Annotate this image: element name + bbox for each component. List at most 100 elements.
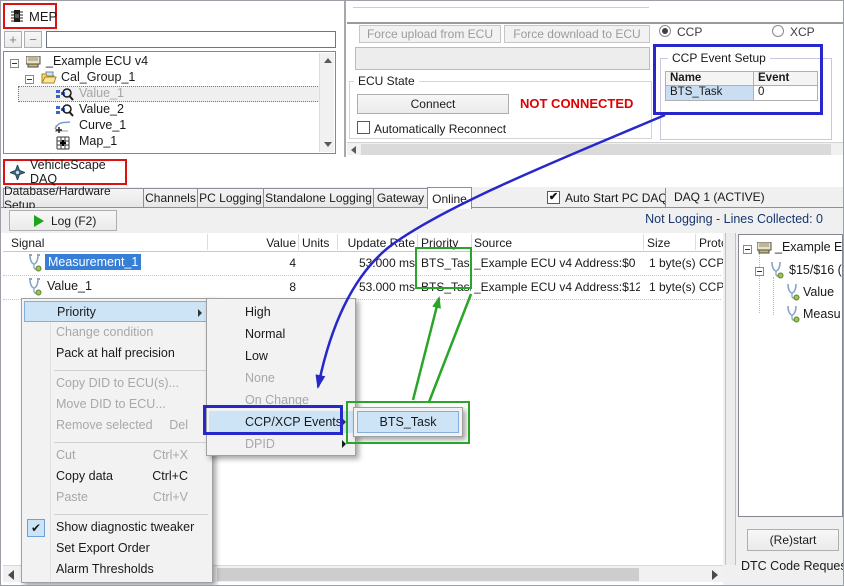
menu-item-set-export-order[interactable]: Set Export Order <box>24 538 210 559</box>
signal-priority: BTS_Task <box>421 256 471 270</box>
tab-online[interactable]: Online <box>427 187 472 209</box>
tree-item-cal-group[interactable]: Cal_Group_1 <box>61 70 135 84</box>
auto-reconnect-checkbox[interactable] <box>357 121 370 134</box>
event-row-name[interactable]: BTS_Task <box>666 86 754 100</box>
submenu-item-low[interactable]: Low <box>209 345 353 367</box>
signal-priority: BTS_Task <box>421 280 471 294</box>
tab-pc-logging[interactable]: PC Logging <box>197 188 264 208</box>
xcp-radio-label: XCP <box>790 25 815 39</box>
tab-channels[interactable]: Channels <box>143 188 198 208</box>
col-signal[interactable]: Signal <box>11 236 44 250</box>
divider <box>353 7 649 8</box>
menu-item-copy-data[interactable]: Copy dataCtrl+C <box>24 466 210 487</box>
add-button[interactable]: + <box>4 31 22 48</box>
col-update-rate[interactable]: Update Rate <box>341 236 415 250</box>
auto-start-checkbox[interactable]: ✔ <box>547 191 560 204</box>
vehiclescape-annotation-box: VehicleScape DAQ <box>3 159 127 185</box>
daq-status-segment: DAQ 1 (ACTIVE) <box>665 188 844 207</box>
col-units[interactable]: Units <box>302 236 329 250</box>
event-selection-popup: BTS_Task <box>353 407 463 437</box>
logging-status: Not Logging - Lines Collected: 0 <box>501 212 823 226</box>
mep-annotation-box: MEP <box>3 3 57 29</box>
force-download-button[interactable]: Force download to ECU <box>504 25 650 43</box>
top-splitter[interactable] <box>344 1 346 157</box>
tab-database-hardware-setup[interactable]: Database/Hardware Setup <box>3 188 144 208</box>
menu-item-copy-did[interactable]: Copy DID to ECU(s)... <box>24 373 210 394</box>
log-button[interactable]: Log (F2) <box>9 210 117 231</box>
folder-open-icon <box>41 71 57 87</box>
restart-button[interactable]: (Re)start <box>747 529 839 551</box>
menu-item-remove-selected[interactable]: Remove selectedDel <box>24 415 210 436</box>
collapse-icon[interactable] <box>10 59 19 68</box>
signal-name[interactable]: Value_1 <box>47 279 92 293</box>
scroll-right-icon[interactable] <box>712 570 718 580</box>
submenu-item-high[interactable]: High <box>209 301 353 323</box>
auto-reconnect-label: Automatically Reconnect <box>374 122 506 136</box>
daq-status-label: DAQ 1 (ACTIVE) <box>674 190 765 204</box>
scroll-thumb[interactable] <box>361 144 831 155</box>
col-protocol[interactable]: Protocol <box>699 236 723 250</box>
col-size[interactable]: Size <box>647 236 670 250</box>
tree-item-example-ecu[interactable]: _Example ECU v4 <box>46 54 148 68</box>
scroll-thumb[interactable] <box>217 568 639 581</box>
submenu-item-none[interactable]: None <box>209 367 353 389</box>
map-icon <box>56 136 71 153</box>
menu-item-change-condition[interactable]: Change condition <box>24 322 210 343</box>
menu-item-pack-half-precision[interactable]: Pack at half precision <box>24 343 210 364</box>
menu-item-show-diagnostic-tweaker[interactable]: Show diagnostic tweaker <box>24 517 210 538</box>
tree-item-curve1[interactable]: Curve_1 <box>79 118 126 132</box>
collapse-icon[interactable] <box>755 267 764 276</box>
filter-input[interactable] <box>46 31 336 48</box>
menu-item-move-did[interactable]: Move DID to ECU... <box>24 394 210 415</box>
signal-icon <box>27 254 42 275</box>
scroll-up-icon[interactable] <box>324 58 332 63</box>
scroll-left-icon[interactable] <box>8 570 14 580</box>
submenu-item-ccp-xcp-events[interactable]: CCP/XCP Events <box>209 411 353 433</box>
submenu-item-dpid[interactable]: DPID <box>209 433 353 455</box>
event-row-value[interactable]: 0 <box>754 86 817 100</box>
ecu-panel-hscrollbar[interactable] <box>347 142 843 155</box>
popup-item-bts-task[interactable]: BTS_Task <box>357 411 459 433</box>
tree-item-measurement[interactable]: Measu <box>803 307 841 321</box>
submenu-arrow-icon <box>198 309 202 317</box>
panel-splitter[interactable] <box>725 233 736 565</box>
tree-scrollbar[interactable] <box>319 53 334 152</box>
event-col-name[interactable]: Name <box>666 72 754 86</box>
collapse-icon[interactable] <box>743 245 752 254</box>
remove-button[interactable]: − <box>24 31 42 48</box>
xcp-radio[interactable] <box>772 25 784 37</box>
auto-start-label: Auto Start PC DAQ <box>565 191 668 205</box>
connect-button[interactable]: Connect <box>357 94 509 114</box>
menu-item-priority[interactable]: Priority <box>24 301 210 322</box>
tree-item-value1[interactable]: Value_1 <box>79 86 124 100</box>
compass-icon <box>10 165 25 180</box>
tab-gateway[interactable]: Gateway <box>373 188 428 208</box>
tab-standalone-logging[interactable]: Standalone Logging <box>263 188 374 208</box>
ccp-radio[interactable] <box>659 25 671 37</box>
menu-item-cut[interactable]: CutCtrl+X <box>24 445 210 466</box>
signal-icon <box>785 305 800 326</box>
force-upload-button[interactable]: Force upload from ECU <box>359 25 501 43</box>
tree-item-example-ecu[interactable]: _Example EC <box>775 240 843 254</box>
col-priority[interactable]: Priority <box>421 236 458 250</box>
submenu-item-normal[interactable]: Normal <box>209 323 353 345</box>
tree-item-daq-list[interactable]: $15/$16 ( <box>789 263 842 277</box>
menu-item-paste[interactable]: PasteCtrl+V <box>24 487 210 508</box>
collapse-icon[interactable] <box>25 75 34 84</box>
tree-item-value[interactable]: Value <box>803 285 834 299</box>
col-value[interactable]: Value <box>211 236 296 250</box>
col-source[interactable]: Source <box>474 236 512 250</box>
signal-icon <box>769 261 784 282</box>
calibration-tree: _Example ECU v4 Cal_Group_1 Value_1 Valu… <box>3 51 336 154</box>
submenu-item-on-change[interactable]: On Change <box>209 389 353 411</box>
event-col-event[interactable]: Event <box>754 72 817 86</box>
ecu-icon <box>757 242 772 257</box>
signal-value: 4 <box>211 256 296 270</box>
signal-icon <box>27 278 42 299</box>
tree-item-value2[interactable]: Value_2 <box>79 102 124 116</box>
scroll-left-icon[interactable] <box>351 146 356 154</box>
tree-item-map1[interactable]: Map_1 <box>79 134 117 148</box>
menu-item-alarm-thresholds[interactable]: Alarm Thresholds <box>24 559 210 580</box>
signal-name[interactable]: Measurement_1 <box>45 254 141 270</box>
scroll-down-icon[interactable] <box>324 142 332 147</box>
